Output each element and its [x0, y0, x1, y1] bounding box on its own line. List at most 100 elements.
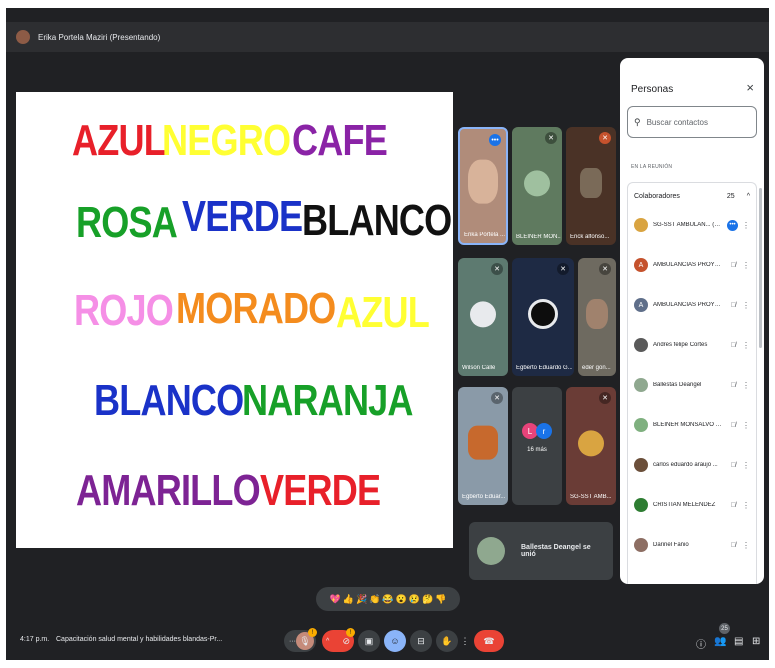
participant-tile[interactable]: ✕ BLEINER MON...	[512, 127, 562, 245]
search-icon: ⚲	[634, 116, 641, 127]
kebab-icon[interactable]: ⋮	[742, 261, 750, 270]
scrollbar[interactable]	[759, 188, 762, 348]
reaction-surprise-icon[interactable]: 😮	[396, 594, 407, 605]
mic-off-icon: ✕	[491, 263, 503, 275]
more-options-button[interactable]: ⋮	[458, 630, 472, 652]
chat-icon[interactable]: ▤	[734, 636, 743, 647]
avatar	[634, 498, 648, 512]
avatar	[477, 537, 505, 565]
chevron-up-icon[interactable]: ^	[326, 638, 329, 645]
participant-tile[interactable]: ✕ Erick alfonso...	[566, 127, 616, 245]
chevron-up-icon[interactable]: ^	[747, 193, 750, 200]
join-notification: Ballestas Deangel se unió	[469, 522, 613, 580]
chevron-up-icon[interactable]: ···	[289, 638, 296, 645]
more-options-icon[interactable]: •••	[727, 219, 738, 231]
kebab-icon[interactable]: ⋮	[742, 541, 750, 550]
leave-call-button[interactable]: ☎	[474, 630, 504, 652]
reaction-heart-icon[interactable]: 💖	[330, 594, 341, 605]
avatar: r	[536, 423, 552, 439]
kebab-icon[interactable]: ⋮	[742, 421, 750, 430]
close-icon[interactable]: ×	[746, 80, 754, 95]
list-item[interactable]: A AMBULANCIAS PROYE... 🎙̸ ⋮	[628, 250, 756, 280]
kebab-icon[interactable]: ⋮	[742, 501, 750, 510]
join-notification-text: Ballestas Deangel se unió	[521, 544, 591, 558]
activities-icon[interactable]: ⊞	[752, 636, 760, 647]
avatar	[634, 218, 648, 232]
participant-avatar	[578, 430, 604, 457]
people-icon[interactable]: 👥	[714, 636, 726, 647]
person-name: carlos eduardo araujo ...	[653, 462, 718, 468]
list-item[interactable]: SG-SST AMBULAN... (Tú) ••• ⋮	[628, 210, 756, 240]
slide-word: AMARILLO	[76, 466, 261, 515]
person-name: Andres felipe Cortes	[653, 342, 708, 348]
info-icon[interactable]: ⓘ	[696, 636, 706, 651]
captions-icon: ▣	[364, 635, 374, 646]
reaction-thumbs-down-icon[interactable]: 👎	[435, 594, 446, 605]
kebab-icon[interactable]: ⋮	[742, 461, 750, 470]
panel-title: Personas	[631, 84, 674, 95]
reaction-clap-icon[interactable]: 👏	[369, 594, 380, 605]
kebab-icon: ⋮	[460, 635, 470, 646]
more-participants-tile[interactable]: L r 16 más	[512, 387, 562, 505]
hang-up-icon: ☎	[483, 635, 495, 646]
participant-tile[interactable]: ✕ Egberto Eduar...	[458, 387, 508, 505]
camera-off-icon: ⊘	[342, 635, 350, 646]
list-item[interactable]: BLEINER MONSALVO BA... 🎙̸ ⋮	[628, 410, 756, 440]
kebab-icon[interactable]: ⋮	[742, 221, 750, 230]
shared-screen: AZUL NEGRO CAFE ROSA VERDE BLANCO ROJO M…	[16, 92, 453, 548]
reaction-party-icon[interactable]: 🎉	[356, 594, 367, 605]
mic-off-icon: ✕	[545, 132, 557, 144]
raise-hand-button[interactable]: ✋	[436, 630, 458, 652]
reaction-thumbs-up-icon[interactable]: 👍	[343, 594, 354, 605]
list-item[interactable]: A AMBULANCIAS PROYE... 🎙̸ ⋮	[628, 290, 756, 320]
reaction-sad-icon[interactable]: 😢	[409, 594, 420, 605]
avatar: A	[634, 258, 648, 272]
kebab-icon[interactable]: ⋮	[742, 341, 750, 350]
slide-word: CAFE	[292, 116, 388, 165]
present-button[interactable]: ⊟	[410, 630, 432, 652]
emoji-icon: ☺	[390, 636, 400, 646]
kebab-icon[interactable]: ⋮	[742, 381, 750, 390]
captions-button[interactable]: ▣	[358, 630, 380, 652]
kebab-icon[interactable]: ⋮	[742, 301, 750, 310]
list-item[interactable]: Darinel Fanio 🎙̸ ⋮	[628, 530, 756, 560]
participant-name: Erick alfonso...	[570, 234, 610, 240]
list-item[interactable]: CRISTIAN MELENDEZ 🎙̸ ⋮	[628, 490, 756, 520]
list-item[interactable]: carlos eduardo araujo ... 🎙̸ ⋮	[628, 450, 756, 480]
participant-video	[468, 425, 498, 460]
reaction-thinking-icon[interactable]: 🤔	[422, 594, 433, 605]
reaction-laugh-icon[interactable]: 😂	[382, 594, 393, 605]
meet-window: Erika Portela Maziri (Presentando) AZUL …	[6, 8, 769, 660]
people-count-badge: 25	[719, 623, 730, 634]
more-participants-avatars: L r	[522, 423, 552, 439]
avatar	[634, 418, 648, 432]
mic-off-icon: 🎙̸	[730, 421, 736, 429]
list-item[interactable]: Andres felipe Cortes 🎙̸ ⋮	[628, 330, 756, 360]
participant-tile[interactable]: ✕ SG-SST AMB...	[566, 387, 616, 505]
person-name: CRISTIAN MELENDEZ	[653, 502, 716, 508]
collaborators-group[interactable]: Colaboradores 25 ^	[627, 182, 757, 210]
avatar	[634, 378, 648, 392]
clock: 4:17 p.m.	[20, 636, 50, 643]
slide-word: ROSA	[76, 198, 178, 247]
more-options-icon[interactable]: •••	[489, 134, 501, 146]
person-name: AMBULANCIAS PROYE...	[653, 302, 723, 308]
meeting-name: Capacitación salud mental y habilidades …	[56, 636, 223, 643]
group-label: Colaboradores	[634, 193, 680, 200]
participant-tile[interactable]: ✕ Egberto Eduardo G...	[512, 258, 574, 376]
section-label: EN LA REUNIÓN	[631, 164, 673, 170]
group-count: 25	[726, 193, 735, 200]
search-input[interactable]: ⚲ Buscar contactos	[627, 106, 757, 138]
list-item[interactable]: Ballestas Deangel 🎙̸ ⋮	[628, 370, 756, 400]
hand-icon: ✋	[441, 635, 453, 646]
participant-tile[interactable]: ✕ eder gon...	[578, 258, 616, 376]
mic-off-icon: 🎙̸	[730, 381, 736, 389]
participant-tile[interactable]: ✕ Wilson Calle	[458, 258, 508, 376]
presenter-avatar	[16, 30, 30, 44]
person-name: Darinel Fanio	[653, 542, 689, 548]
slide-word: BLANCO	[302, 196, 452, 245]
participant-tile[interactable]: ••• Erika Portela ...	[458, 127, 508, 245]
slide-word: VERDE	[182, 192, 303, 241]
emoji-button[interactable]: ☺	[384, 630, 406, 652]
participant-avatar	[528, 299, 558, 329]
